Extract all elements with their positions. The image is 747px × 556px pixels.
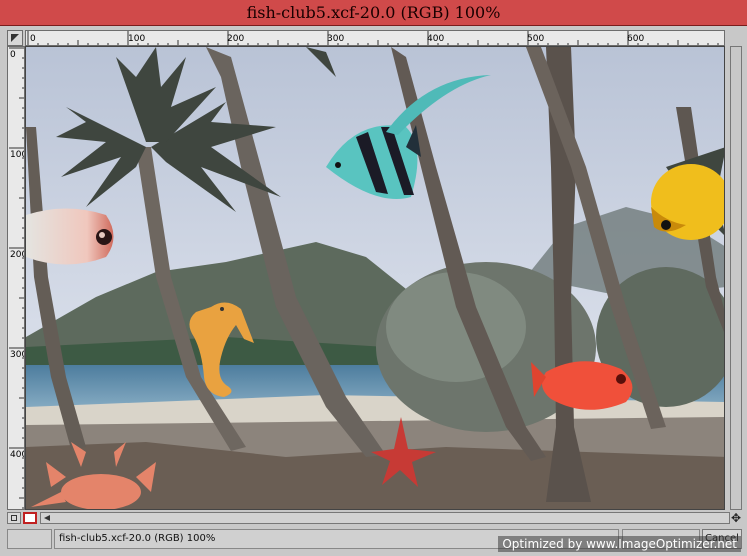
vruler-label-200: 200: [10, 250, 25, 260]
image-canvas[interactable]: [25, 46, 725, 510]
hruler-label-600: 600: [627, 34, 644, 44]
hruler-label-300: 300: [327, 34, 344, 44]
vruler-label-400: 400: [10, 450, 25, 460]
status-text: fish-club5.xcf-20.0 (RGB) 100%: [59, 533, 216, 544]
horizontal-ruler-ticks: 0 100 200 300 400 500 600: [27, 31, 719, 45]
hruler-label-100: 100: [128, 34, 145, 44]
coordinates-display: [7, 529, 52, 549]
horizontal-ruler[interactable]: 0 100 200 300 400 500 600: [25, 30, 725, 46]
vruler-label-300: 300: [10, 350, 25, 360]
hruler-label-0: 0: [30, 34, 36, 44]
window-title-bar[interactable]: fish-club5.xcf-20.0 (RGB) 100%: [0, 0, 747, 26]
vertical-ruler-ticks: 0 100 200 300 400: [9, 47, 25, 509]
bigeye-fish: [26, 208, 114, 265]
navigate-icon[interactable]: ✥: [730, 512, 742, 524]
quickmask-off-icon[interactable]: [7, 512, 21, 524]
window-title: fish-club5.xcf-20.0 (RGB) 100%: [246, 3, 501, 22]
watermark-text: Optimized by www.ImageOptimizer.net: [498, 536, 741, 552]
image-menu-arrow-icon[interactable]: [7, 30, 23, 46]
beach-scene-image: [26, 47, 724, 509]
horizontal-scrollbar[interactable]: [40, 512, 730, 524]
vertical-scrollbar[interactable]: [730, 46, 742, 510]
quickmask-on-icon[interactable]: [23, 512, 37, 524]
scroll-left-arrow-icon[interactable]: [44, 515, 50, 521]
vruler-label-100: 100: [10, 150, 25, 160]
hruler-label-500: 500: [527, 34, 544, 44]
vruler-label-0: 0: [10, 50, 16, 60]
hruler-label-400: 400: [427, 34, 444, 44]
hruler-label-200: 200: [227, 34, 244, 44]
vertical-ruler[interactable]: 0 100 200 300 400: [7, 46, 25, 510]
